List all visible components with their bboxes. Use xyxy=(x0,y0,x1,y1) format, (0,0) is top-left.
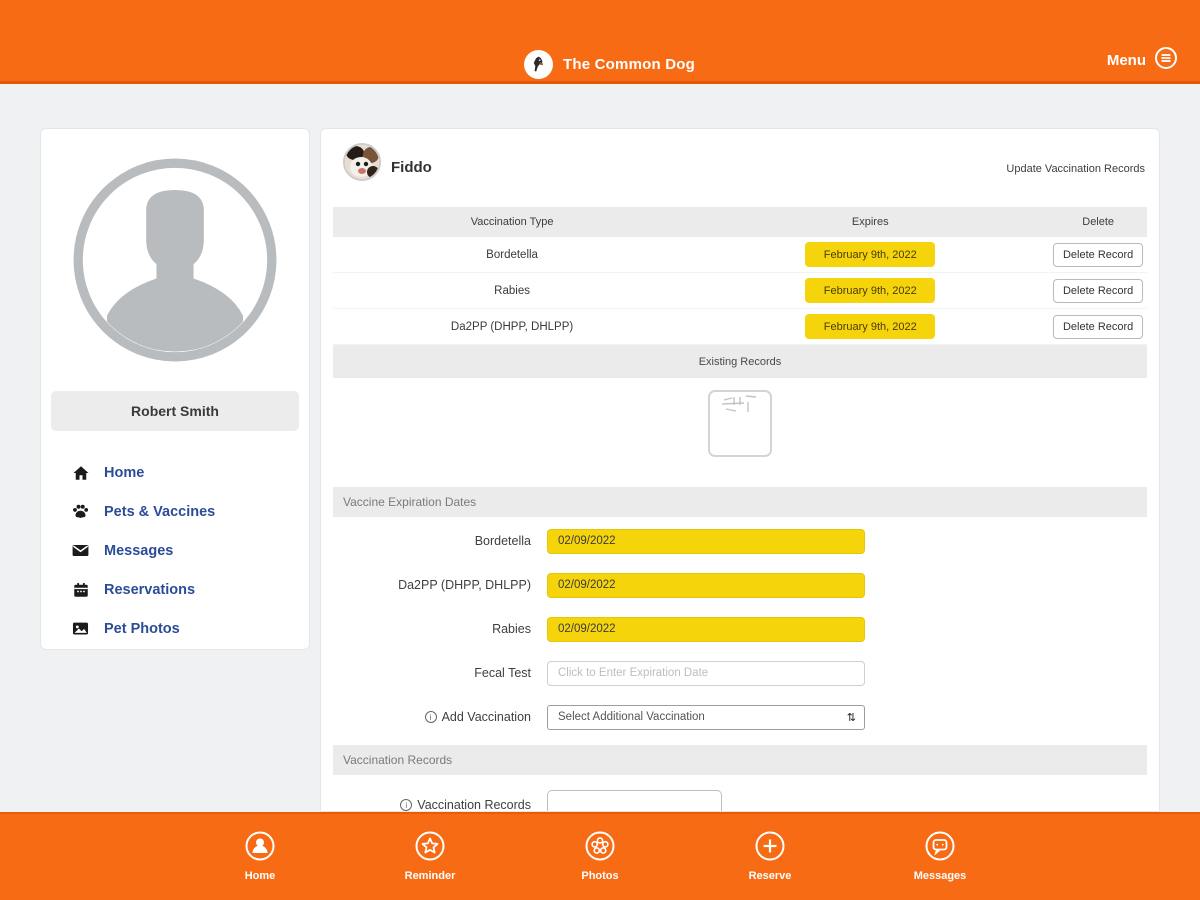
form-row-fecal-test: Fecal Test xyxy=(321,651,1159,695)
vaccination-type-cell: Bordetella xyxy=(333,249,691,261)
bottomnav-messages[interactable]: Messages xyxy=(900,830,980,882)
col-header-vaccination-type: Vaccination Type xyxy=(333,216,691,228)
vaccination-type-cell: Da2PP (DHPP, DHLPP) xyxy=(333,321,691,333)
bottomnav-label: Reserve xyxy=(749,870,792,882)
col-header-delete: Delete xyxy=(1049,216,1147,228)
table-row: Rabies February 9th, 2022 Delete Record xyxy=(333,273,1147,309)
vaccination-record-document-thumbnail[interactable] xyxy=(708,390,772,457)
da2pp-date-input[interactable] xyxy=(547,573,865,598)
col-header-expires: Expires xyxy=(691,216,1049,228)
rabies-date-input[interactable] xyxy=(547,617,865,642)
expires-date-button[interactable]: February 9th, 2022 xyxy=(805,278,935,303)
bottomnav-photos[interactable]: Photos xyxy=(560,830,640,882)
form-row-vaccination-records: i Vaccination Records xyxy=(321,775,1159,812)
bottomnav-label: Home xyxy=(245,870,276,882)
paw-icon xyxy=(71,502,90,521)
pet-name: Fiddo xyxy=(391,159,432,176)
dog-logo-icon xyxy=(524,50,553,79)
calendar-icon xyxy=(71,580,90,599)
delete-record-button[interactable]: Delete Record xyxy=(1053,279,1143,303)
da2pp-label: Da2PP (DHPP, DHLPP) xyxy=(321,578,531,592)
info-icon: i xyxy=(425,711,437,723)
table-row: Da2PP (DHPP, DHLPP) February 9th, 2022 D… xyxy=(333,309,1147,345)
add-vaccination-label: i Add Vaccination xyxy=(321,710,531,724)
bottomnav-reserve[interactable]: Reserve xyxy=(730,830,810,882)
pet-vaccination-panel: Fiddo Update Vaccination Records Vaccina… xyxy=(320,128,1160,812)
person-circle-icon xyxy=(244,830,276,867)
existing-records-area xyxy=(321,378,1159,487)
existing-records-bar: Existing Records xyxy=(333,345,1147,378)
profile-sidebar: Robert Smith Home Pets & Vaccines xyxy=(40,128,310,650)
bottomnav-label: Photos xyxy=(581,870,618,882)
hamburger-circle-icon xyxy=(1154,46,1178,75)
vaccination-records-label: i Vaccination Records xyxy=(321,798,531,812)
sidebar-item-messages[interactable]: Messages xyxy=(41,531,309,570)
table-row: Bordetella February 9th, 2022 Delete Rec… xyxy=(333,237,1147,273)
vaccination-table: Vaccination Type Expires Delete Bordetel… xyxy=(333,207,1147,378)
vaccination-records-upload-field[interactable] xyxy=(547,790,722,812)
sidebar-item-label: Reservations xyxy=(104,582,195,598)
sidebar-item-label: Messages xyxy=(104,543,173,559)
sidebar-item-pets-vaccines[interactable]: Pets & Vaccines xyxy=(41,492,309,531)
sidebar-item-home[interactable]: Home xyxy=(41,453,309,492)
vaccination-records-section-header: Vaccination Records xyxy=(333,745,1147,775)
sidebar-item-pet-photos[interactable]: Pet Photos xyxy=(41,609,309,648)
flower-circle-icon xyxy=(584,830,616,867)
form-row-bordetella: Bordetella xyxy=(321,519,1159,563)
expiration-form: Bordetella Da2PP (DHPP, DHLPP) Rabies Fe… xyxy=(321,517,1159,739)
chat-circle-icon xyxy=(924,830,956,867)
bottomnav-label: Messages xyxy=(914,870,967,882)
vaccination-type-cell: Rabies xyxy=(333,285,691,297)
expires-date-button[interactable]: February 9th, 2022 xyxy=(805,242,935,267)
info-icon: i xyxy=(400,799,412,811)
select-value: Select Additional Vaccination xyxy=(558,711,705,723)
update-vaccination-records-link[interactable]: Update Vaccination Records xyxy=(1006,163,1145,175)
sidebar-nav: Home Pets & Vaccines Messages xyxy=(41,453,309,648)
menu-button[interactable]: Menu xyxy=(1107,46,1178,75)
form-row-add-vaccination: i Add Vaccination Select Additional Vacc… xyxy=(321,695,1159,739)
bottom-navigation-bar: Home Reminder Ph xyxy=(0,812,1200,900)
brand: The Common Dog xyxy=(524,50,695,79)
fecal-test-date-input[interactable] xyxy=(547,661,865,686)
delete-record-button[interactable]: Delete Record xyxy=(1053,243,1143,267)
select-arrows-icon: ⇅ xyxy=(847,711,856,724)
form-row-da2pp: Da2PP (DHPP, DHLPP) xyxy=(321,563,1159,607)
bordetella-date-input[interactable] xyxy=(547,529,865,554)
expires-date-button[interactable]: February 9th, 2022 xyxy=(805,314,935,339)
dog-photo-avatar xyxy=(343,143,381,181)
form-row-rabies: Rabies xyxy=(321,607,1159,651)
sidebar-item-label: Pet Photos xyxy=(104,621,180,637)
bottomnav-reminder[interactable]: Reminder xyxy=(390,830,470,882)
menu-label: Menu xyxy=(1107,52,1146,69)
home-icon xyxy=(71,463,90,482)
app-title: The Common Dog xyxy=(563,56,695,73)
bottomnav-label: Reminder xyxy=(405,870,456,882)
pet-header: Fiddo Update Vaccination Records xyxy=(321,129,1159,207)
app-header: The Common Dog Menu xyxy=(0,0,1200,84)
sidebar-item-label: Pets & Vaccines xyxy=(104,504,215,520)
vaccine-expiration-dates-section-header: Vaccine Expiration Dates xyxy=(333,487,1147,517)
star-circle-icon xyxy=(414,830,446,867)
delete-record-button[interactable]: Delete Record xyxy=(1053,315,1143,339)
additional-vaccination-select[interactable]: Select Additional Vaccination ⇅ xyxy=(547,705,865,730)
user-name: Robert Smith xyxy=(51,391,299,431)
person-silhouette-placeholder xyxy=(72,157,278,363)
photo-icon xyxy=(71,619,90,638)
table-header-row: Vaccination Type Expires Delete xyxy=(333,207,1147,237)
envelope-icon xyxy=(71,541,90,560)
sidebar-item-reservations[interactable]: Reservations xyxy=(41,570,309,609)
bottomnav-home[interactable]: Home xyxy=(220,830,300,882)
bordetella-label: Bordetella xyxy=(321,534,531,548)
sidebar-item-label: Home xyxy=(104,465,144,481)
rabies-label: Rabies xyxy=(321,622,531,636)
plus-circle-icon xyxy=(754,830,786,867)
fecal-test-label: Fecal Test xyxy=(321,666,531,680)
